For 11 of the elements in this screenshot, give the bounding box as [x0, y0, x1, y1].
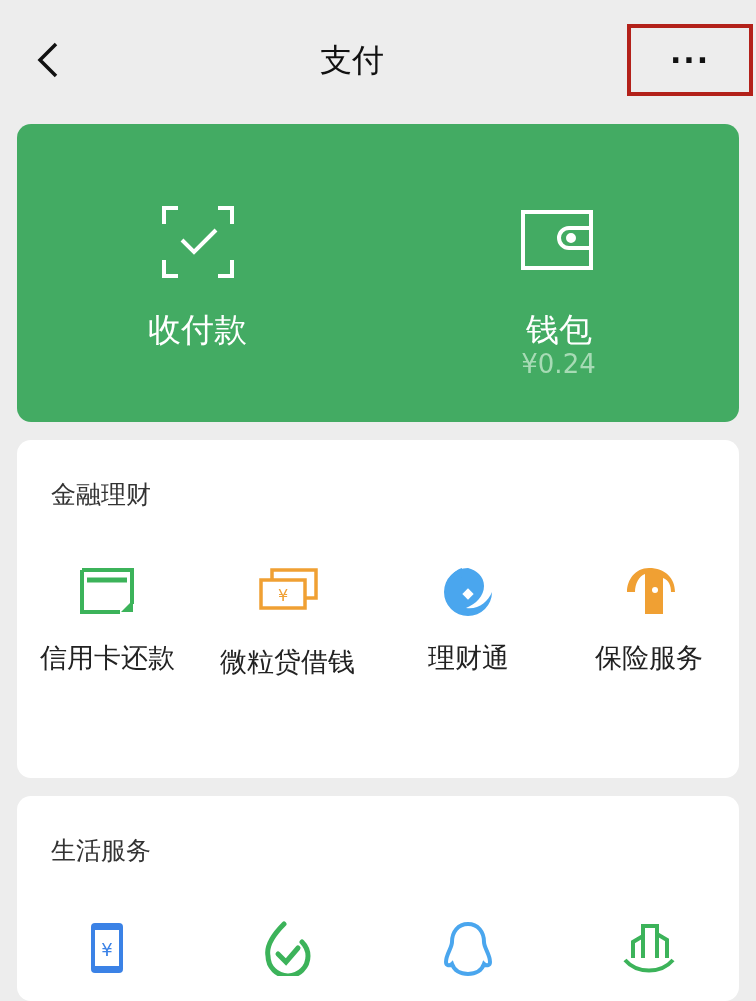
wallet-balance: ¥0.24: [521, 349, 596, 379]
section-title: 生活服务: [50, 835, 152, 867]
service-label[interactable]: 微粒贷借钱: [220, 641, 356, 682]
payment-label: 收付款: [148, 310, 247, 350]
more-button[interactable]: ···: [627, 24, 753, 96]
section-title: 金融理财: [50, 479, 152, 511]
page-title: 支付: [320, 40, 384, 81]
wallet-label: 钱包: [525, 310, 592, 350]
service-label[interactable]: 保险服务: [594, 637, 703, 678]
service-label[interactable]: 信用卡还款: [39, 637, 175, 678]
service-label[interactable]: 理财通: [427, 637, 509, 678]
